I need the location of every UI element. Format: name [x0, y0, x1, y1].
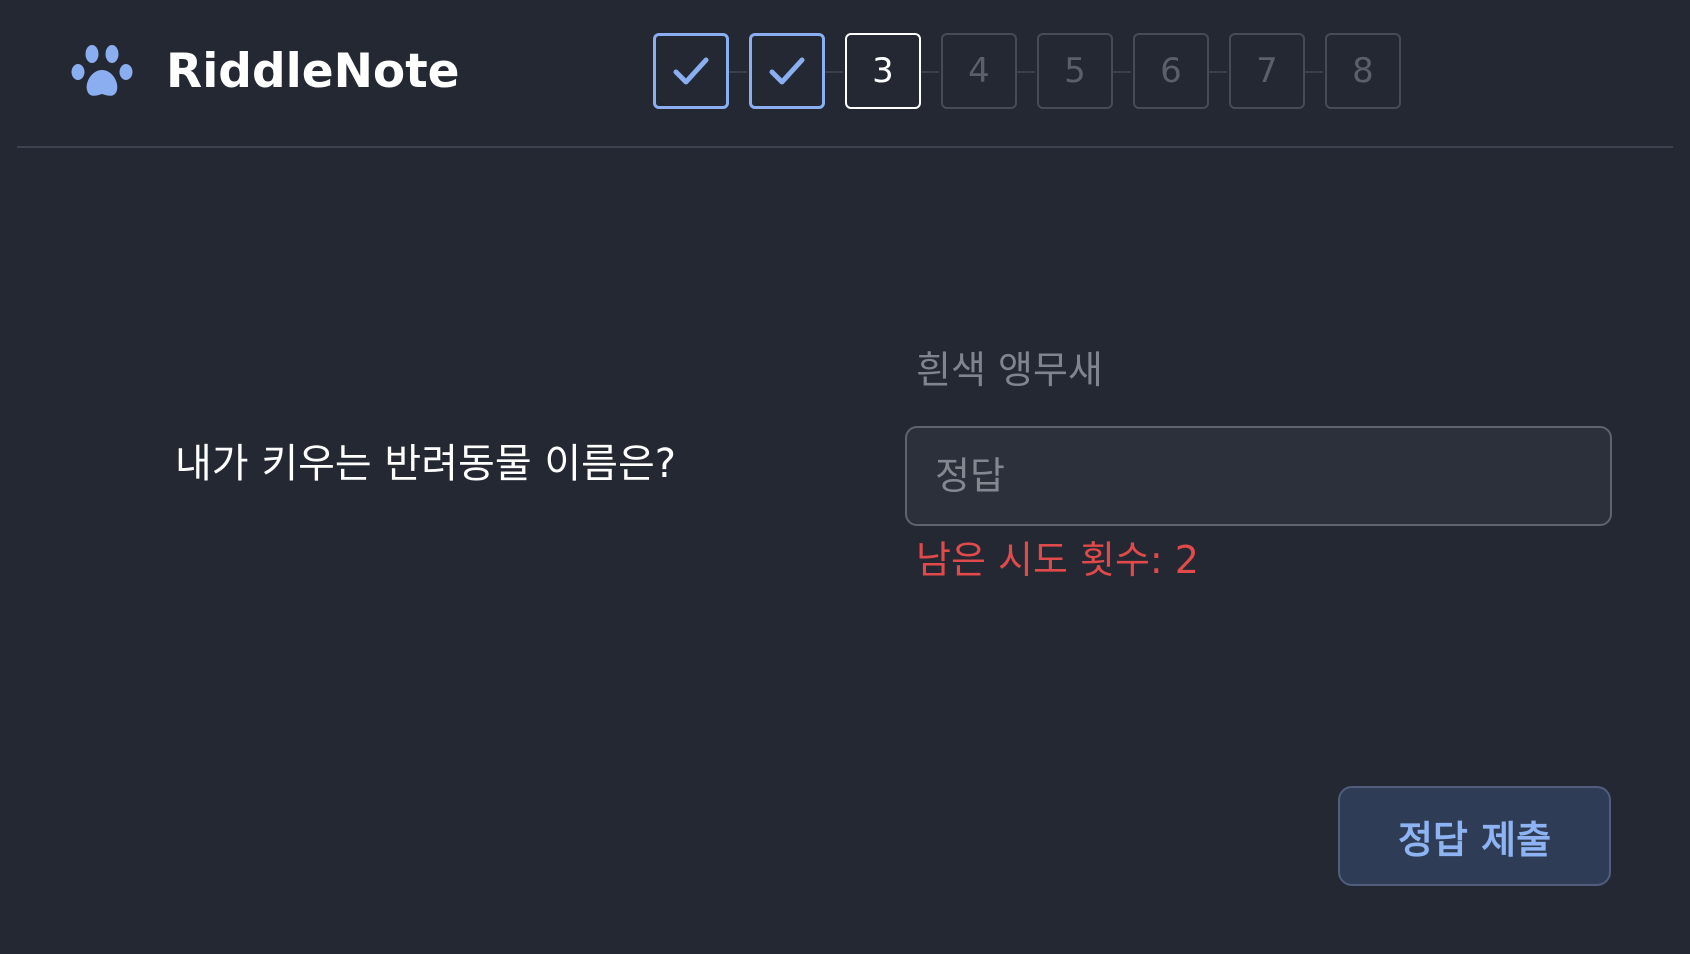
step-6: 6: [1133, 33, 1209, 109]
progress-stepper: 3 4 5 6 7 8: [653, 33, 1406, 113]
step-connector: [1017, 71, 1035, 73]
step-4: 4: [941, 33, 1017, 109]
step-connector: [921, 71, 939, 73]
answer-input[interactable]: [905, 426, 1612, 526]
remaining-attempts: 남은 시도 횟수: 2: [916, 538, 1199, 582]
question-text: 내가 키우는 반려동물 이름은?: [175, 441, 676, 487]
paw-icon: [71, 45, 133, 96]
header: RiddleNote 3 4 5 6 7 8: [0, 0, 1690, 148]
step-connector: [1305, 71, 1323, 73]
step-connector: [729, 71, 747, 73]
submit-answer-button[interactable]: 정답 제출: [1338, 786, 1611, 886]
header-divider: [17, 146, 1673, 148]
step-2-completed[interactable]: [749, 33, 825, 109]
step-1-completed[interactable]: [653, 33, 729, 109]
step-3-current[interactable]: 3: [845, 33, 921, 109]
step-7: 7: [1229, 33, 1305, 109]
brand-name: RiddleNote: [166, 44, 460, 99]
step-connector: [1113, 71, 1131, 73]
step-5: 5: [1037, 33, 1113, 109]
step-8: 8: [1325, 33, 1401, 109]
hint-text: 흰색 앵무새: [916, 348, 1103, 392]
check-icon: [673, 57, 709, 85]
step-connector: [825, 71, 843, 73]
check-icon: [769, 57, 805, 85]
step-connector: [1209, 71, 1227, 73]
